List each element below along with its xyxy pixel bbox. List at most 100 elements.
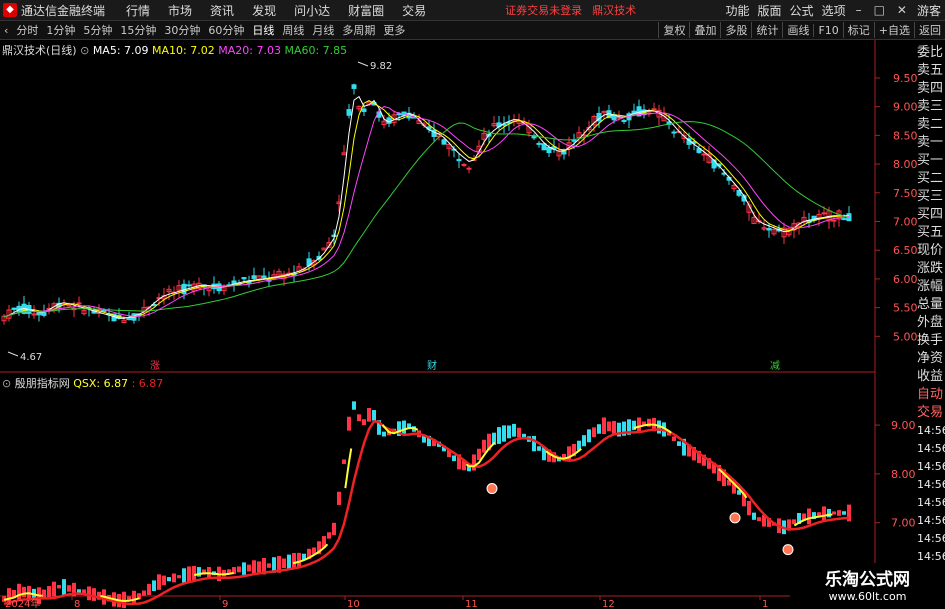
indicator-bar bbox=[757, 517, 761, 522]
sidebar-item-10[interactable]: 买五 bbox=[917, 224, 945, 242]
main-y-tick: 9.50 bbox=[893, 72, 918, 85]
sidebar-item-1[interactable]: 卖五 bbox=[917, 62, 945, 80]
indicator-bar bbox=[252, 560, 256, 575]
indicator-bar bbox=[287, 554, 291, 570]
indicator-bar bbox=[247, 564, 251, 572]
sidebar-item-16[interactable]: 换手 bbox=[917, 332, 945, 350]
candle-body bbox=[441, 139, 447, 145]
main-y-tick: 6.50 bbox=[893, 244, 918, 257]
indicator-bar bbox=[672, 436, 676, 442]
ma-lines-group bbox=[3, 95, 850, 319]
indicator-bar bbox=[132, 590, 136, 605]
sub-y-tick: 9.00 bbox=[891, 419, 916, 432]
indicator-bar bbox=[147, 583, 151, 595]
indicator-bars-group bbox=[2, 401, 851, 609]
x-axis-label: 12 bbox=[602, 599, 615, 609]
indicator-bar bbox=[497, 427, 501, 444]
indicator-bar bbox=[167, 577, 171, 582]
candle-body bbox=[66, 304, 72, 307]
indicator-bar bbox=[637, 417, 641, 432]
sidebar-item-15[interactable]: 外盘 bbox=[917, 314, 945, 332]
candle-body bbox=[11, 307, 17, 310]
ma5-label: MA5: 7.09 bbox=[92, 44, 149, 57]
ma20-label: MA20: 7.03 bbox=[218, 44, 281, 57]
main-y-tick: 8.50 bbox=[893, 129, 918, 142]
high-pointer bbox=[357, 61, 369, 67]
candle-body bbox=[536, 142, 542, 145]
watermark: 乐淘公式网 www.60lt.com bbox=[790, 563, 945, 609]
quote-sidebar: 委比 卖五 卖四 卖三 卖二 卖一 买一 买二 买三 买四 买五 现价 涨跌 涨幅 总量 外盘 换手 净资 收益 自动… bbox=[917, 44, 945, 602]
settings-icon[interactable]: ⊙ bbox=[2, 377, 15, 390]
candle-body bbox=[466, 167, 472, 170]
candle-body bbox=[126, 318, 132, 321]
sidebar-item-3[interactable]: 卖三 bbox=[917, 98, 945, 116]
sidebar-item-4[interactable]: 卖二 bbox=[917, 116, 945, 134]
time-row-2: 14:56 bbox=[917, 460, 945, 473]
indicator-bar bbox=[67, 585, 71, 592]
sub-y-tick: 7.00 bbox=[891, 517, 916, 530]
main-y-tick: 7.50 bbox=[893, 187, 918, 200]
indicator-bar bbox=[282, 558, 286, 569]
indicator-bar bbox=[337, 491, 341, 505]
sidebar-item-18[interactable]: 收益 bbox=[917, 368, 945, 386]
indicator-bar bbox=[332, 522, 336, 536]
indicator-bar bbox=[597, 424, 601, 434]
sidebar-item-13[interactable]: 涨幅 bbox=[917, 278, 945, 296]
low-pointer bbox=[7, 351, 19, 357]
indicator-bar bbox=[62, 579, 66, 596]
time-row-5: 14:56 bbox=[917, 514, 945, 527]
indicator-bar bbox=[177, 575, 181, 579]
indicator-bar bbox=[47, 586, 51, 598]
indicator-bar bbox=[452, 455, 456, 462]
event-marker: 涨 bbox=[150, 360, 160, 372]
sidebar-item-12[interactable]: 涨跌 bbox=[917, 260, 945, 278]
indicator-bar bbox=[792, 519, 796, 525]
sidebar-item-7[interactable]: 买二 bbox=[917, 170, 945, 188]
candle-body bbox=[251, 275, 257, 279]
sidebar-item-0[interactable]: 委比 bbox=[917, 44, 945, 62]
sidebar-item-14[interactable]: 总量 bbox=[917, 296, 945, 314]
indicator-bar bbox=[372, 410, 376, 421]
stock-period-title: 鼎汉技术(日线) bbox=[2, 44, 77, 57]
sidebar-item-6[interactable]: 买一 bbox=[917, 152, 945, 170]
sidebar-auto-0[interactable]: 自动 bbox=[917, 386, 945, 404]
indicator-bar bbox=[842, 511, 846, 515]
sidebar-item-2[interactable]: 卖四 bbox=[917, 80, 945, 98]
candle-body bbox=[541, 143, 547, 151]
indicator-bar bbox=[587, 429, 591, 443]
candle-body bbox=[241, 277, 247, 280]
qsx-line-red bbox=[3, 420, 850, 606]
indicator-bar bbox=[607, 421, 611, 432]
main-y-tick: 5.50 bbox=[893, 302, 918, 315]
sidebar-item-9[interactable]: 买四 bbox=[917, 206, 945, 224]
indicator-bar bbox=[512, 423, 516, 437]
indicator-bar bbox=[507, 425, 511, 439]
candle-body bbox=[36, 312, 42, 316]
settings-icon[interactable]: ⊙ bbox=[80, 44, 93, 57]
indicator-bar bbox=[22, 586, 26, 598]
ma10-label: MA10: 7.02 bbox=[152, 44, 215, 57]
sidebar-item-11[interactable]: 现价 bbox=[917, 242, 945, 260]
indicator-bar bbox=[267, 563, 271, 568]
sidebar-item-8[interactable]: 买三 bbox=[917, 188, 945, 206]
sidebar-item-17[interactable]: 净资 bbox=[917, 350, 945, 368]
x-axis-label: 10 bbox=[347, 599, 360, 609]
kline-chart[interactable]: 9.50 9.00 8.50 8.00 7.50 7.00 6.50 6.00 5.50 5.00… bbox=[0, 0, 945, 609]
sidebar-auto-1[interactable]: 交易 bbox=[917, 404, 945, 422]
indicator-bar bbox=[92, 588, 96, 601]
event-marker: 减 bbox=[770, 360, 780, 372]
candle-body bbox=[621, 120, 627, 123]
x-axis-label: 2024年 bbox=[5, 597, 40, 609]
indicator-bar bbox=[402, 420, 406, 434]
indicator-bar bbox=[192, 565, 196, 581]
indicator-bar bbox=[87, 586, 91, 601]
indicator-bar bbox=[357, 414, 361, 422]
watermark-title: 乐淘公式网 bbox=[825, 570, 910, 590]
sidebar-item-5[interactable]: 卖一 bbox=[917, 134, 945, 152]
candle-body bbox=[766, 228, 772, 231]
candle-body bbox=[821, 212, 827, 215]
candle-body bbox=[651, 108, 657, 111]
indicator-bar bbox=[292, 552, 296, 569]
indicator-bar bbox=[157, 574, 161, 590]
candle-body bbox=[546, 146, 552, 154]
